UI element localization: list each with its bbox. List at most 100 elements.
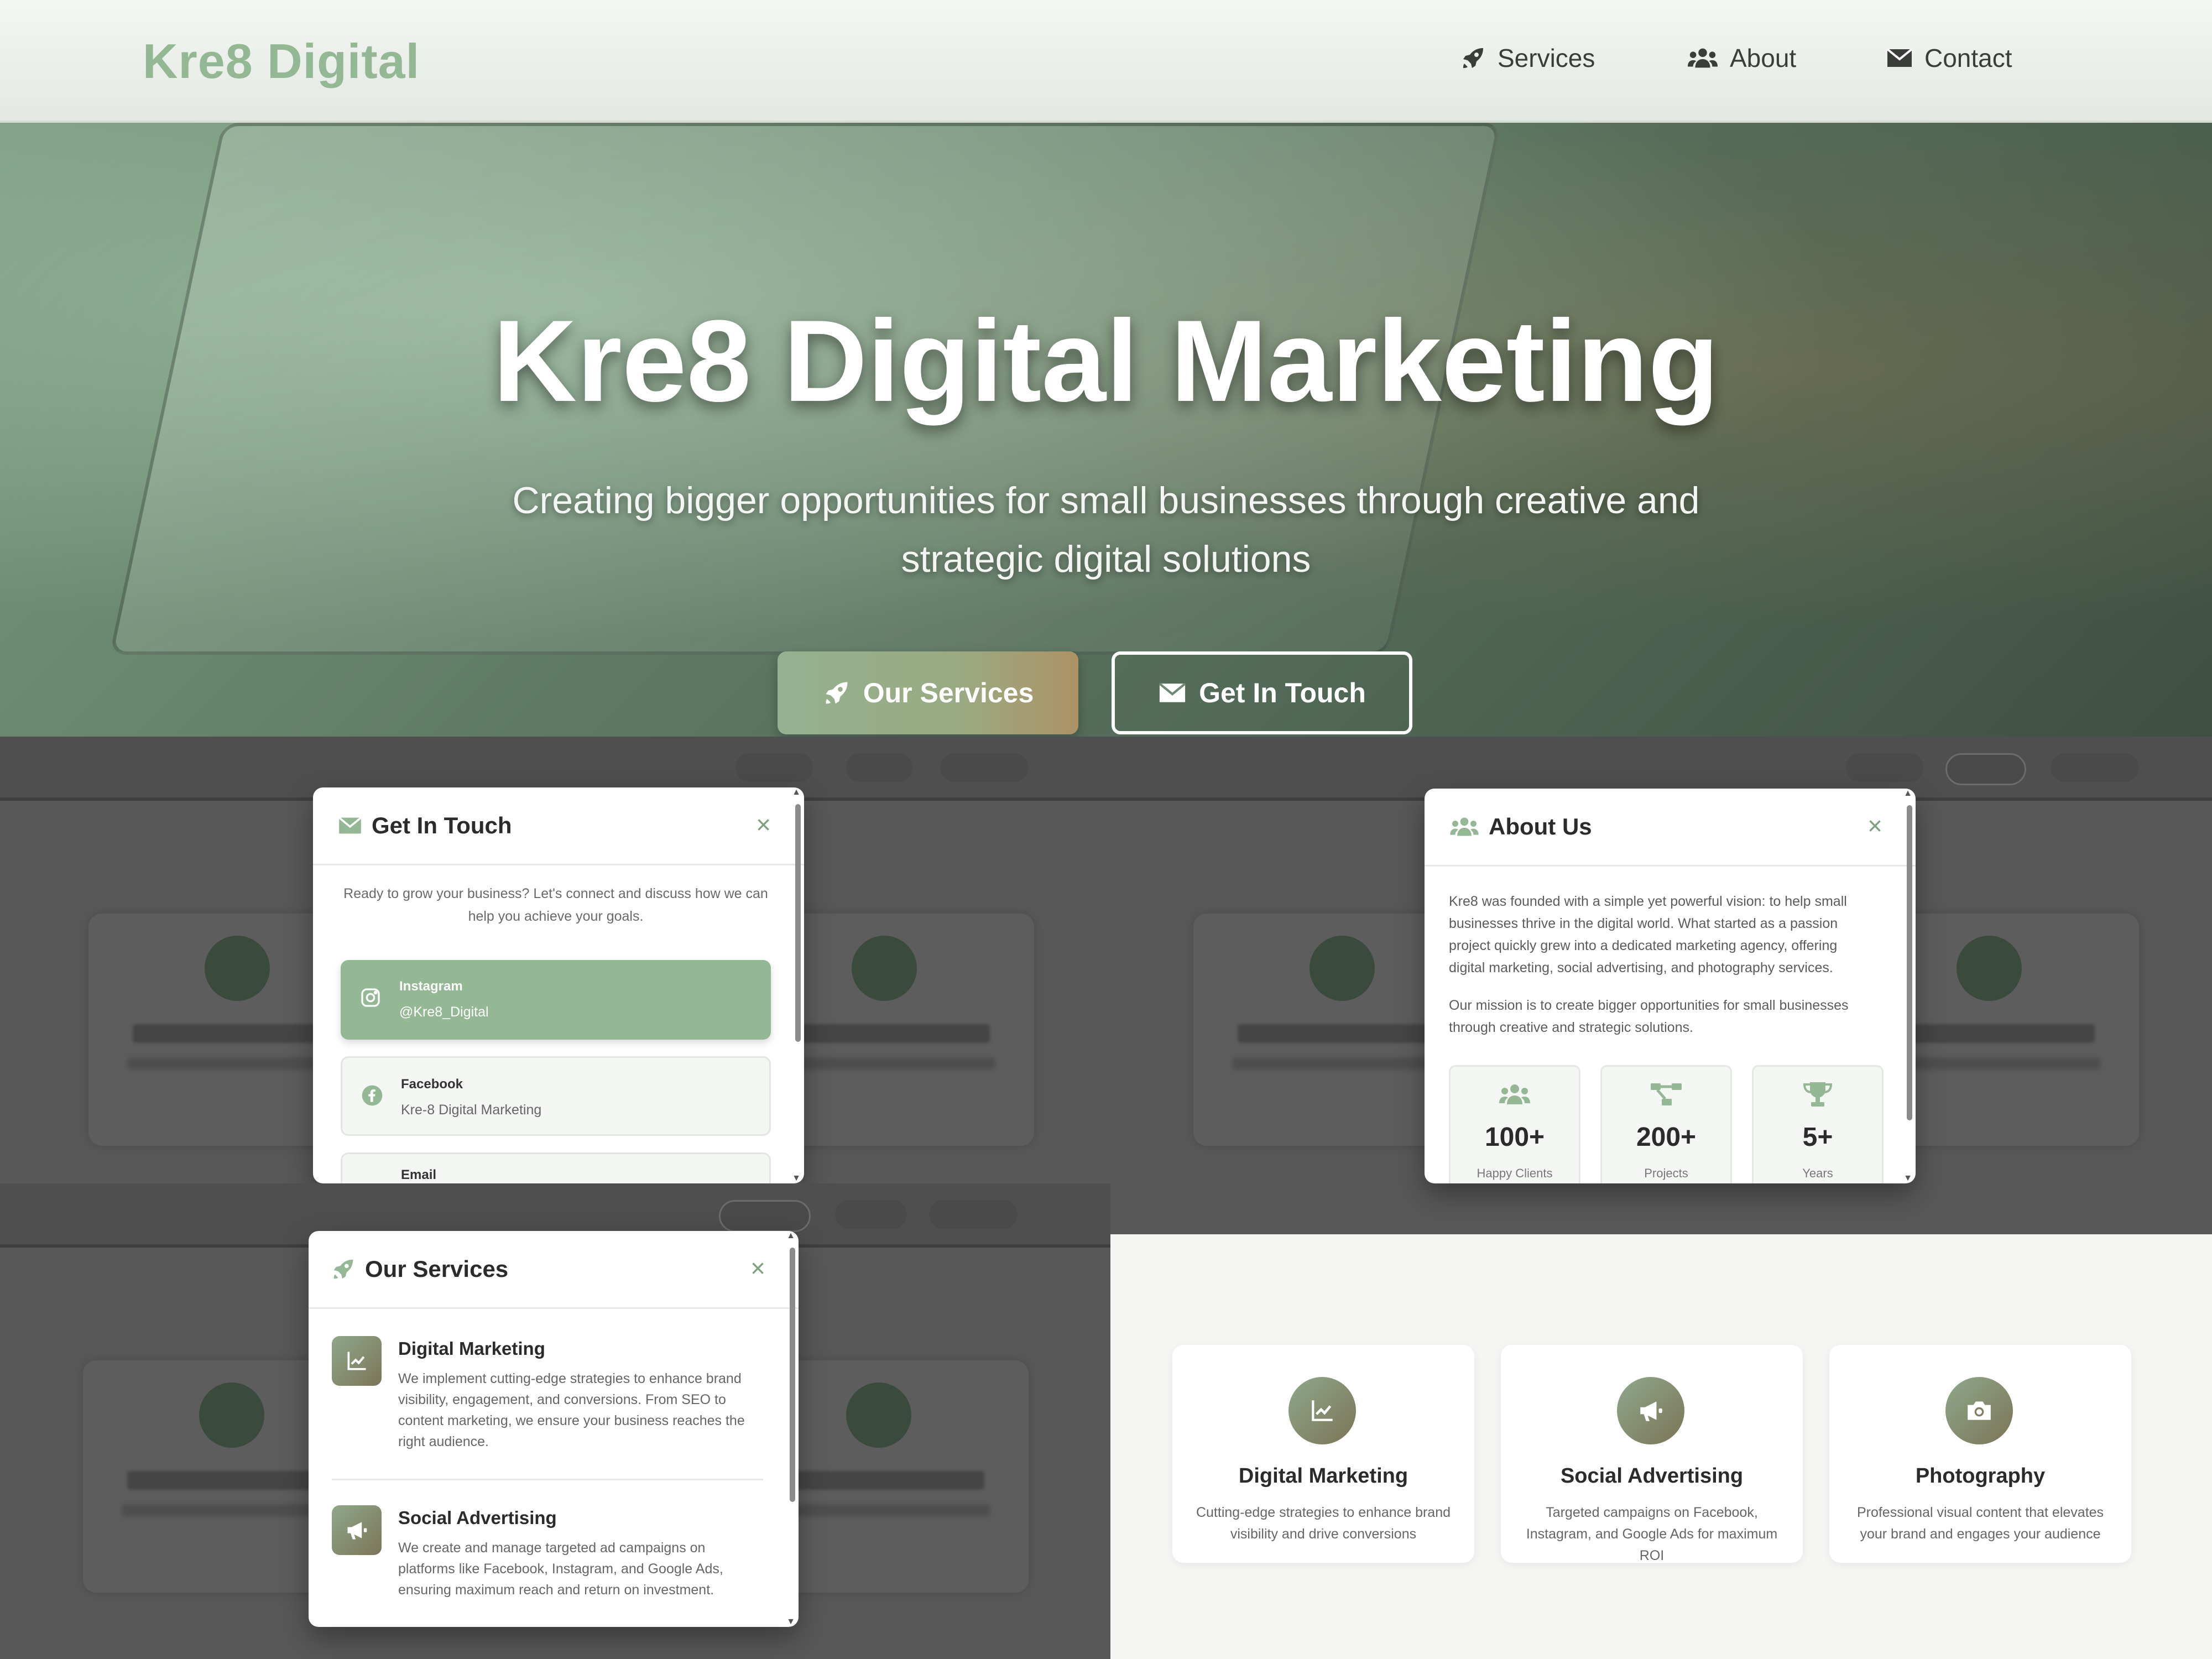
services-section: Digital Marketing Cutting-edge strategie… — [1110, 1234, 2212, 1659]
contact-label: Instagram — [399, 979, 463, 994]
contact-label: Facebook — [401, 1077, 463, 1092]
close-icon[interactable]: × — [1867, 813, 1882, 838]
about-paragraph: Kre8 was founded with a simple yet power… — [1449, 894, 1847, 975]
users-icon — [1450, 817, 1479, 836]
service-item-digital-marketing: Digital Marketing We implement cutting-e… — [332, 1331, 763, 1463]
dimmed-nav-pill — [846, 753, 912, 782]
rocket-icon — [826, 682, 848, 704]
our-services-button[interactable]: Our Services — [778, 651, 1078, 734]
service-card-title: Photography — [1915, 1464, 2046, 1488]
get-in-touch-button-label: Get In Touch — [1199, 677, 1366, 708]
get-in-touch-button[interactable]: Get In Touch — [1112, 651, 1412, 734]
hero-title: Kre8 Digital Marketing — [493, 296, 1719, 426]
scroll-down-arrow[interactable]: ▼ — [1903, 1173, 1912, 1183]
instagram-icon — [361, 988, 380, 1007]
stat-number: 100+ — [1484, 1123, 1545, 1152]
navbar: Kre8 Digital Services About Contact — [0, 0, 2212, 123]
dimmed-nav-pill — [719, 1200, 811, 1232]
contact-modal: Get In Touch × Ready to grow your busine… — [313, 787, 804, 1183]
service-card-photography[interactable]: Photography Professional visual content … — [1829, 1345, 2131, 1563]
contact-email-link[interactable]: Email — [341, 1152, 771, 1183]
close-icon[interactable]: × — [750, 1255, 765, 1281]
trophy-icon — [1803, 1082, 1833, 1107]
scroll-up-arrow[interactable]: ▲ — [1903, 789, 1912, 799]
nav-services-label: Services — [1498, 44, 1595, 72]
service-icon-box — [332, 1505, 382, 1555]
service-card-description: Professional visual content that elevate… — [1856, 1505, 2104, 1542]
scrollbar-thumb[interactable] — [795, 804, 801, 1042]
service-card-description: Targeted campaigns on Facebook, Instagra… — [1526, 1505, 1778, 1563]
stat-label: Projects — [1644, 1166, 1688, 1180]
service-title: Social Advertising — [398, 1507, 557, 1528]
contact-instagram-link[interactable]: Instagram @Kre8_Digital — [341, 960, 771, 1040]
scroll-up-arrow[interactable]: ▲ — [792, 787, 801, 797]
users-icon — [1687, 48, 1718, 68]
nav-contact-link[interactable]: Contact — [1886, 43, 2012, 73]
scroll-up-arrow[interactable]: ▲ — [786, 1231, 795, 1241]
contact-value: @Kre8_Digital — [399, 1004, 489, 1020]
contact-intro-text: Ready to grow your business? Let's conne… — [343, 886, 768, 924]
service-card-description: Cutting-edge strategies to enhance brand… — [1196, 1505, 1451, 1542]
service-card-icon-circle — [1617, 1377, 1684, 1444]
users-icon — [1499, 1084, 1530, 1104]
about-modal-header: About Us × — [1425, 789, 1916, 867]
scroll-down-arrow[interactable]: ▼ — [786, 1617, 795, 1627]
stat-number: 200+ — [1636, 1123, 1697, 1152]
contact-modal-title: Get In Touch — [372, 812, 512, 838]
nav-services-link[interactable]: Services — [1460, 43, 1595, 73]
service-card-digital-marketing[interactable]: Digital Marketing Cutting-edge strategie… — [1172, 1345, 1474, 1563]
contact-modal-header: Get In Touch × — [313, 787, 804, 865]
hero-section: Kre8 Digital Marketing Creating bigger o… — [0, 123, 2212, 737]
service-icon-box — [332, 1336, 382, 1386]
nav-about-link[interactable]: About — [1687, 43, 1796, 73]
about-mission-paragraph: Our mission is to create bigger opportun… — [1449, 998, 1849, 1035]
dimmed-nav-pill — [929, 1200, 1018, 1229]
nav-about-label: About — [1730, 44, 1797, 72]
main-page-screenshot: Kre8 Digital Services About Contact Kre8… — [0, 0, 2212, 737]
services-modal-title: Our Services — [365, 1256, 509, 1282]
megaphone-icon — [347, 1522, 367, 1540]
dimmed-nav-pill — [1945, 753, 2026, 785]
stat-label: Years — [1802, 1166, 1833, 1180]
scrollbar-thumb[interactable] — [1907, 805, 1912, 1120]
service-card-title: Digital Marketing — [1238, 1464, 1408, 1488]
dimmed-nav-pill — [1846, 753, 1923, 782]
our-services-button-label: Our Services — [863, 677, 1034, 708]
service-card-icon-circle — [1945, 1377, 2013, 1444]
contact-value: Kre-8 Digital Marketing — [401, 1102, 542, 1118]
dimmed-nav-pill — [835, 1200, 907, 1229]
dimmed-nav-pill — [940, 753, 1029, 782]
envelope-icon — [1886, 48, 1913, 67]
about-modal-title: About Us — [1489, 813, 1592, 839]
envelope-icon — [1159, 682, 1186, 702]
service-description: We implement cutting-edge strategies to … — [398, 1371, 745, 1449]
services-modal: Our Services × Digital Marketing We impl… — [309, 1231, 799, 1627]
services-modal-header: Our Services × — [309, 1231, 799, 1309]
about-modal: About Us × Kre8 was founded with a simpl… — [1425, 789, 1916, 1183]
camera-icon — [1968, 1401, 1991, 1420]
rocket-icon — [1463, 48, 1483, 68]
contact-label: Email — [401, 1167, 437, 1182]
service-description: We create and manage targeted ad campaig… — [398, 1540, 723, 1598]
scrollbar-thumb[interactable] — [790, 1248, 795, 1502]
chart-line-icon — [1312, 1400, 1333, 1421]
hero-subtitle: Creating bigger opportunities for small … — [512, 479, 1700, 580]
service-card-social-advertising[interactable]: Social Advertising Targeted campaigns on… — [1501, 1345, 1803, 1563]
nav-contact-label: Contact — [1924, 44, 2012, 72]
stat-card-projects: 200+ Projects — [1600, 1065, 1732, 1183]
service-card-title: Social Advertising — [1560, 1464, 1744, 1488]
service-title: Digital Marketing — [398, 1338, 545, 1359]
megaphone-icon — [1640, 1401, 1662, 1421]
stat-number: 5+ — [1802, 1123, 1833, 1152]
close-icon[interactable]: × — [756, 812, 771, 837]
divider — [332, 1479, 763, 1480]
facebook-icon — [362, 1085, 383, 1106]
logo[interactable]: Kre8 Digital — [143, 33, 420, 90]
dimmed-nav-pill — [2051, 753, 2139, 782]
envelope-icon — [338, 817, 362, 834]
dimmed-nav-pill — [735, 753, 813, 782]
contact-facebook-link[interactable]: Facebook Kre-8 Digital Marketing — [341, 1056, 771, 1136]
stat-label: Happy Clients — [1477, 1166, 1553, 1180]
scroll-down-arrow[interactable]: ▼ — [792, 1173, 801, 1183]
stat-card-years: 5+ Years — [1752, 1065, 1884, 1183]
